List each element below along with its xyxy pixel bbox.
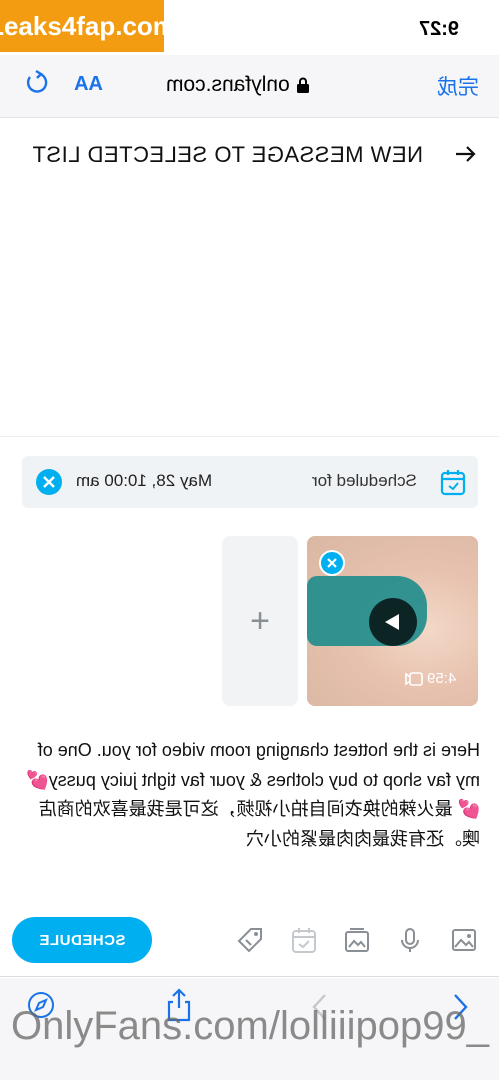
calendar-check-icon[interactable] [290,926,318,954]
scheduled-bar: May 28, 10:00 am Scheduled for [22,456,478,508]
arrow-icon[interactable] [453,142,477,166]
empty-area [0,190,499,437]
video-thumbnail[interactable]: 4:59 [307,536,478,706]
gallery-icon[interactable] [343,926,371,954]
url-field[interactable]: onlyfans.com [166,73,310,97]
video-duration: 4:59 [405,670,456,687]
scheduled-label: Scheduled for [312,471,417,490]
price-tag-icon[interactable] [236,926,264,954]
image-icon[interactable] [450,926,478,954]
watermark-logo: Leaks4fap.com [0,0,176,52]
calendar-icon[interactable] [440,468,466,496]
page-header: NEW MESSAGE TO SELECTED LIST [0,118,499,191]
scheduled-date: May 28, 10:00 am [76,471,213,490]
page-title: NEW MESSAGE TO SELECTED LIST [32,142,423,167]
add-media-button[interactable]: + [222,536,298,706]
status-time: 9:27 [418,18,459,40]
refresh-icon[interactable] [22,69,50,97]
lock-icon [296,77,309,93]
watermark-url: OnlyFans.com/lolliiipop99_ [10,1004,489,1048]
toolbar-divider [0,976,499,977]
play-icon[interactable] [369,598,417,646]
done-button[interactable]: 完成 [437,71,479,101]
clear-icon[interactable] [36,469,62,495]
microphone-icon[interactable] [396,926,424,954]
plus-icon: + [250,601,270,640]
remove-icon[interactable] [319,550,345,576]
message-text[interactable]: Here is the hottest changing room video … [24,736,480,854]
schedule-button[interactable]: SCHEDULE [12,917,152,963]
text-size-button[interactable]: AA [74,73,103,96]
browser-address-bar: AA onlyfans.com 完成 [0,55,499,118]
video-camera-icon [405,671,423,686]
